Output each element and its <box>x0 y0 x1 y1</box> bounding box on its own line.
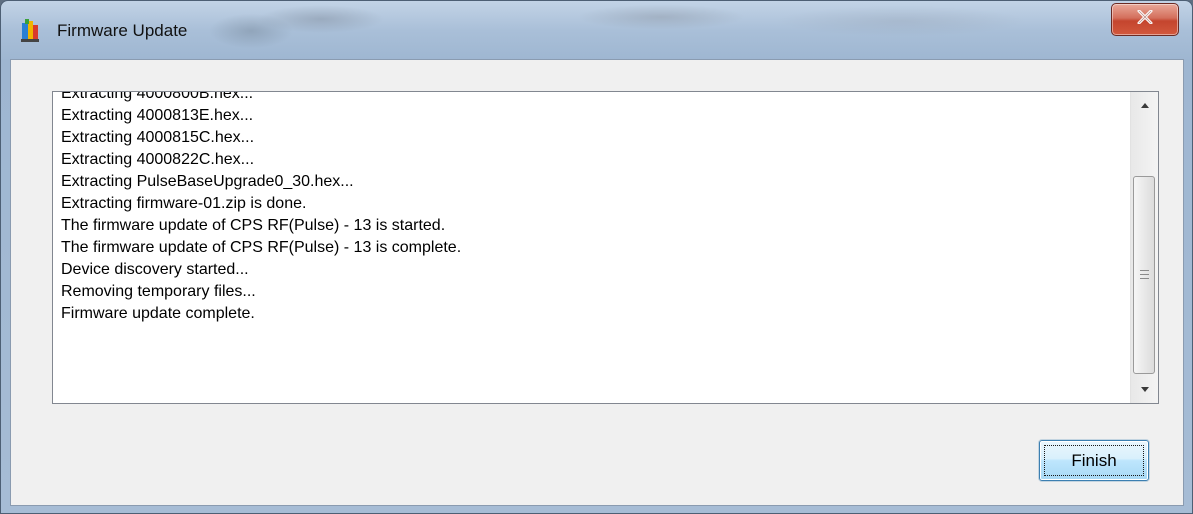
finish-button-label: Finish <box>1071 450 1117 470</box>
log-line-partial: Extracting 4000800B.hex... <box>61 91 254 102</box>
log-line: Device discovery started... <box>61 261 249 278</box>
log-line: The firmware update of CPS RF(Pulse) - 1… <box>61 239 462 256</box>
arrow-down-icon <box>1140 387 1149 392</box>
log-line: Firmware update complete. <box>61 305 255 322</box>
log-lines: Extracting 4000800B.hex... Extracting 40… <box>61 91 1121 325</box>
log-line: Extracting 4000815C.hex... <box>61 129 255 146</box>
dialog-client-area: Extracting 4000800B.hex... Extracting 40… <box>10 59 1184 506</box>
finish-button[interactable]: Finish <box>1039 440 1149 481</box>
arrow-up-icon <box>1140 103 1149 108</box>
title-bar[interactable]: Firmware Update <box>1 1 1192 59</box>
log-line: Extracting 4000822C.hex... <box>61 151 255 168</box>
log-textbox[interactable]: Extracting 4000800B.hex... Extracting 40… <box>52 91 1159 404</box>
scroll-thumb[interactable] <box>1133 176 1155 374</box>
log-line: Extracting firmware-01.zip is done. <box>61 195 307 212</box>
log-line: Extracting 4000813E.hex... <box>61 107 254 124</box>
grip-icon <box>1140 270 1149 279</box>
scroll-down-button[interactable] <box>1131 376 1158 403</box>
close-button[interactable] <box>1111 3 1179 36</box>
vertical-scrollbar[interactable] <box>1130 92 1158 403</box>
log-line: Removing temporary files... <box>61 283 256 300</box>
close-icon <box>1137 9 1153 29</box>
firmware-app-icon <box>19 19 41 43</box>
scroll-up-button[interactable] <box>1131 92 1158 119</box>
log-line: The firmware update of CPS RF(Pulse) - 1… <box>61 217 446 234</box>
log-line: Extracting PulseBaseUpgrade0_30.hex... <box>61 173 354 190</box>
window-title: Firmware Update <box>57 21 188 40</box>
firmware-update-window: Firmware Update Extracting 4000800B.hex.… <box>0 0 1193 514</box>
